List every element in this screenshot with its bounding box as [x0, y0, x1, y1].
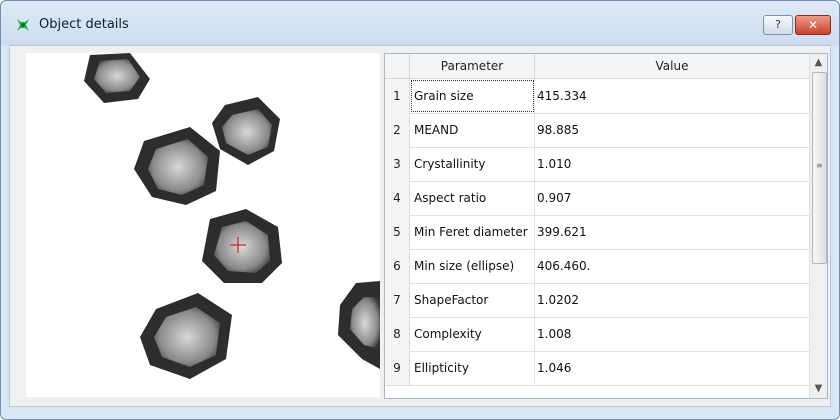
value-column-header[interactable]: Value — [535, 54, 809, 78]
vertical-scrollbar[interactable]: ▲ ≡ ▼ — [809, 54, 827, 398]
table-row[interactable]: 7 ShapeFactor 1.0202 — [385, 283, 809, 318]
parameter-cell[interactable]: Aspect ratio — [410, 181, 535, 215]
row-number: 6 — [385, 249, 410, 283]
row-number-header — [385, 54, 410, 78]
window-title: Object details — [39, 17, 129, 32]
value-cell[interactable]: 415.334 — [535, 79, 807, 113]
dialog-content: Parameter Value 1 Grain size 415.334 2 M… — [9, 45, 831, 407]
parameter-cell[interactable]: ShapeFactor — [410, 283, 535, 317]
parameter-cell[interactable]: Ellipticity — [410, 351, 535, 385]
grip-icon: ≡ — [816, 161, 823, 170]
value-cell[interactable]: 406.460. — [535, 249, 807, 283]
object-details-window: Object details ? ✕ Parameter Value 1 Gra… — [0, 0, 840, 420]
value-cell[interactable]: 0.907 — [535, 181, 807, 215]
row-number: 9 — [385, 351, 410, 385]
help-button[interactable]: ? — [763, 15, 793, 35]
table-row[interactable]: 8 Complexity 1.008 — [385, 317, 809, 352]
table-row[interactable]: 4 Aspect ratio 0.907 — [385, 181, 809, 216]
table-row[interactable]: 6 Min size (ellipse) 406.460. — [385, 249, 809, 284]
row-number: 1 — [385, 79, 410, 113]
value-cell[interactable]: 98.885 — [535, 113, 807, 147]
table-row[interactable]: 9 Ellipticity 1.046 — [385, 351, 809, 386]
row-number: 4 — [385, 181, 410, 215]
parameter-column-header[interactable]: Parameter — [410, 54, 535, 78]
app-logo-icon — [17, 19, 29, 31]
scroll-down-button[interactable]: ▼ — [811, 380, 826, 397]
value-cell[interactable]: 1.0202 — [535, 283, 807, 317]
parameter-cell[interactable]: Grain size — [410, 79, 535, 113]
value-cell[interactable]: 399.621 — [535, 215, 807, 249]
value-cell[interactable]: 1.046 — [535, 351, 807, 385]
value-cell[interactable]: 1.008 — [535, 317, 807, 351]
crystal-image — [84, 53, 380, 379]
row-number: 2 — [385, 113, 410, 147]
table-header: Parameter Value — [385, 54, 809, 79]
close-button[interactable]: ✕ — [795, 15, 831, 35]
row-number: 5 — [385, 215, 410, 249]
parameter-cell[interactable]: Min Feret diameter — [410, 215, 535, 249]
row-number: 8 — [385, 317, 410, 351]
parameter-cell[interactable]: Crystallinity — [410, 147, 535, 181]
table-row[interactable]: 2 MEAND 98.885 — [385, 113, 809, 148]
row-number: 3 — [385, 147, 410, 181]
table-row[interactable]: 1 Grain size 415.334 — [385, 79, 809, 114]
scroll-thumb[interactable]: ≡ — [812, 72, 827, 264]
row-number: 7 — [385, 283, 410, 317]
value-cell[interactable]: 1.010 — [535, 147, 807, 181]
table-row[interactable]: 3 Crystallinity 1.010 — [385, 147, 809, 182]
title-bar: Object details ? ✕ — [1, 1, 839, 45]
parameter-cell[interactable]: MEAND — [410, 113, 535, 147]
scroll-up-button[interactable]: ▲ — [811, 54, 826, 71]
parameter-cell[interactable]: Min size (ellipse) — [410, 249, 535, 283]
parameter-table[interactable]: Parameter Value 1 Grain size 415.334 2 M… — [384, 53, 828, 399]
table-row[interactable]: 5 Min Feret diameter 399.621 — [385, 215, 809, 250]
object-image-panel — [26, 53, 380, 397]
parameter-cell[interactable]: Complexity — [410, 317, 535, 351]
